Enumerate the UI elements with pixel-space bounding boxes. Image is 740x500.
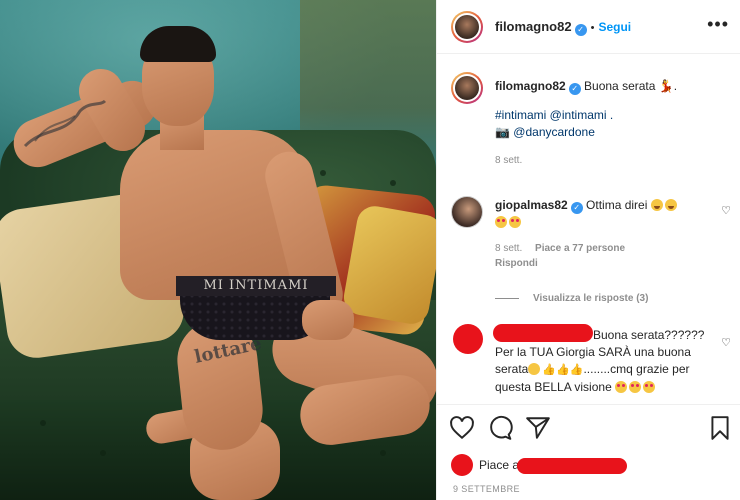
caption-avatar[interactable] [451,72,483,104]
star-eyes-emoji-icon [615,381,628,393]
waistband-text: MI INTIMAMI [176,276,336,296]
view-replies-button[interactable]: Visualizza le risposte (3) [533,293,648,304]
save-bookmark-icon[interactable] [707,415,733,441]
star-eyes-emoji-icon [495,216,507,228]
sofa-tuft [390,180,396,186]
caption-credit-line: 📷 @danycardone [495,124,725,141]
caption-credit[interactable]: @danycardone [513,125,595,139]
comment-item: giopalmas82 ✓ Ottima direi 8 sett. Piace … [495,197,705,269]
caption-tags[interactable]: #intimami @intimami . [495,107,725,124]
caption-text: Buona serata [584,79,656,93]
commenter-avatar[interactable] [451,196,483,228]
man-hair [140,26,216,62]
likes-row: Piace a [437,450,740,482]
comment-text-line: serata 👍👍👍........cmq grazie per [495,361,717,379]
comment-text: Ottima direi [586,198,648,212]
wink-emoji-icon [528,363,541,375]
caption-emoji: 💃 [658,79,674,93]
comment-likes-link[interactable]: Piace a 77 persone [535,243,625,254]
more-options-icon[interactable]: ••• [707,14,729,35]
post-side-panel: filomagno82 ✓ • Segui ••• filomagno82 ✓ Buon… [436,0,740,500]
comment-meta: 8 sett. Piace a 77 persone [495,243,705,254]
author-avatar[interactable] [451,11,483,43]
verified-badge-icon: ✓ [570,202,583,214]
redacted-avatar [453,324,483,354]
post-photo[interactable]: MI INTIMAMI lottare [0,0,436,500]
laughing-emoji-icon [664,199,677,211]
laughing-emoji-icon [650,199,663,211]
replies-divider [495,297,519,299]
man-right-hand [302,300,354,340]
sofa-tuft [380,450,386,456]
comment-bubble-icon[interactable] [487,415,513,441]
star-eyes-emoji-icon [643,381,656,393]
separator-dot: • [590,22,595,34]
thumbs-up-icon: 👍 [569,364,584,376]
share-send-icon[interactable] [525,415,551,441]
verified-badge-icon: ✓ [568,83,581,95]
view-replies-row[interactable]: Visualizza le risposte (3) [495,292,648,304]
follow-button[interactable]: Segui [598,20,631,34]
caption-username[interactable]: filomagno82 [495,79,566,93]
comments-list[interactable]: filomagno82 ✓ Buona serata 💃. #intimami @… [437,54,740,404]
redacted-liker-name [517,458,627,474]
caption: filomagno82 ✓ Buona serata 💃. #intimami @… [495,78,725,166]
comment-username[interactable]: giopalmas82 [495,198,568,212]
sofa-tuft [320,170,326,176]
like-heart-icon[interactable] [449,415,475,441]
likes-text: Piace a [479,458,520,472]
thumbs-up-icon: 👍 [542,364,557,376]
star-eyes-emoji-icon [509,216,521,228]
post-header: filomagno82 ✓ • Segui ••• [437,0,740,54]
post-date: 9 SETTEMBRE [453,484,520,494]
thumbs-up-icon: 👍 [556,364,570,376]
camera-icon: 📷 [495,125,510,139]
reply-button[interactable]: Rispondi [495,258,705,269]
comment-like-heart-icon[interactable]: ♡ [721,204,731,217]
comment-item: Buona serata?????? Per la TUA Giorgia SA… [495,327,717,396]
sofa-tuft [100,450,106,456]
sofa-tuft [40,420,46,426]
comment-text-line: questa BELLA visione [495,379,717,396]
comment-text: Per la TUA Giorgia SARÀ una buona [495,345,691,359]
verified-badge-icon: ✓ [574,24,587,36]
caption-age: 8 sett. [495,155,523,166]
arm-tattoo [23,99,107,148]
redacted-liker-avatar [451,454,473,476]
action-bar [437,404,740,450]
comment-text: Buona serata?????? [593,328,705,342]
author-username[interactable]: filomagno82 [495,19,572,34]
comment-age: 8 sett. [495,243,523,254]
comment-like-heart-icon[interactable]: ♡ [721,336,731,349]
star-eyes-emoji-icon [629,381,642,393]
